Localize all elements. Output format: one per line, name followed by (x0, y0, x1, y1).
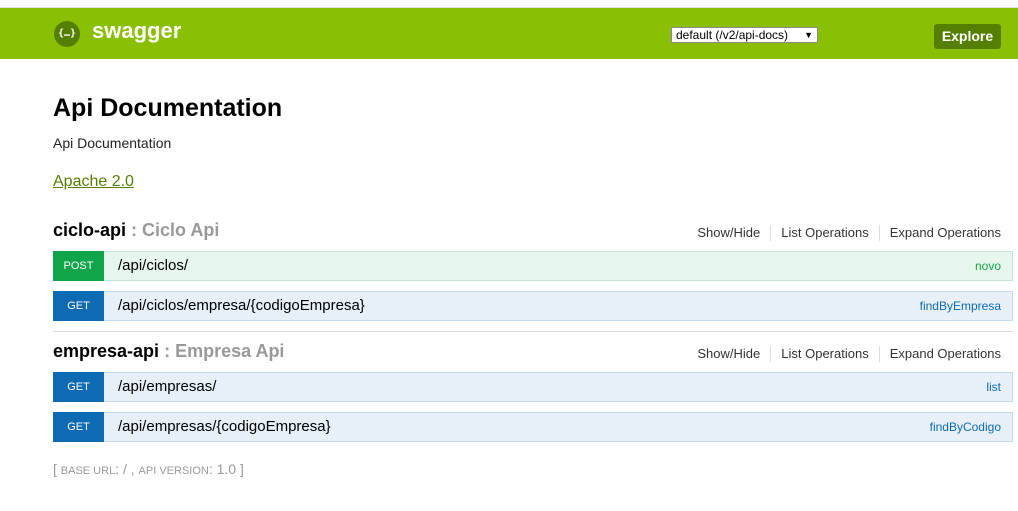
expand-operations-link[interactable]: Expand Operations (878, 225, 1001, 241)
swagger-header: {…} swagger default (/v2/api-docs) ▼ Exp… (0, 8, 1018, 59)
api-spec-select[interactable]: default (/v2/api-docs) ▼ (671, 27, 818, 43)
operation-row[interactable]: GET /api/ciclos/empresa/{codigoEmpresa} … (53, 291, 1013, 321)
operation-path[interactable]: /api/ciclos/empresa/{codigoEmpresa} (118, 297, 365, 314)
browser-top-strip (0, 0, 1018, 8)
api-version-label: api version (138, 465, 209, 477)
operation-row[interactable]: POST /api/ciclos/ novo (53, 251, 1013, 281)
operation-path[interactable]: /api/ciclos/ (118, 257, 188, 274)
brand-name[interactable]: swagger (92, 18, 181, 44)
expand-operations-link[interactable]: Expand Operations (878, 346, 1001, 362)
swagger-logo-icon[interactable]: {…} (54, 21, 80, 47)
operation-row[interactable]: GET /api/empresas/ list (53, 372, 1013, 402)
resource-heading-ciclo-api[interactable]: ciclo-api : Ciclo Api (53, 220, 219, 241)
api-version-value: 1.0 (216, 461, 237, 477)
base-url-sep: : (115, 461, 123, 477)
explore-button[interactable]: Explore (934, 24, 1001, 49)
resource-description: Ciclo Api (142, 220, 220, 240)
resource-name[interactable]: ciclo-api (53, 220, 126, 240)
resource-actions-ciclo-api: Show/Hide List Operations Expand Operati… (697, 225, 1001, 241)
operation-row[interactable]: GET /api/empresas/{codigoEmpresa} findBy… (53, 412, 1013, 442)
page-description: Api Documentation (53, 135, 172, 151)
footer-comma: , (126, 461, 139, 477)
operation-nickname[interactable]: novo (975, 259, 1001, 273)
show-hide-link[interactable]: Show/Hide (697, 225, 770, 241)
api-version-sep: : (208, 461, 217, 477)
api-spec-select-value: default (/v2/api-docs) (676, 28, 789, 42)
chevron-down-icon: ▼ (804, 30, 813, 40)
api-footer: [ base url: / , api version: 1.0 ] (53, 461, 244, 477)
show-hide-link[interactable]: Show/Hide (697, 346, 770, 362)
operation-nickname[interactable]: list (986, 380, 1001, 394)
http-method-badge[interactable]: GET (53, 291, 104, 321)
resource-divider (53, 331, 1013, 332)
operation-nickname[interactable]: findByEmpresa (920, 299, 1001, 313)
http-method-badge[interactable]: GET (53, 412, 104, 442)
footer-bracket-close: ] (236, 461, 244, 477)
base-url-label: base url (60, 465, 116, 477)
resource-heading-empresa-api[interactable]: empresa-api : Empresa Api (53, 341, 284, 362)
resource-description: Empresa Api (175, 341, 285, 361)
resource-separator: : (126, 220, 143, 240)
page-title: Api Documentation (53, 94, 283, 122)
resource-actions-empresa-api: Show/Hide List Operations Expand Operati… (697, 346, 1001, 362)
list-operations-link[interactable]: List Operations (770, 346, 878, 362)
resource-name[interactable]: empresa-api (53, 341, 159, 361)
http-method-badge[interactable]: POST (53, 251, 104, 281)
footer-bracket-open: [ (53, 461, 61, 477)
license-link[interactable]: Apache 2.0 (53, 173, 134, 191)
resource-separator: : (159, 341, 176, 361)
operation-path[interactable]: /api/empresas/{codigoEmpresa} (118, 418, 331, 435)
list-operations-link[interactable]: List Operations (770, 225, 878, 241)
operation-path[interactable]: /api/empresas/ (118, 378, 216, 395)
http-method-badge[interactable]: GET (53, 372, 104, 402)
operation-nickname[interactable]: findByCodigo (930, 420, 1001, 434)
